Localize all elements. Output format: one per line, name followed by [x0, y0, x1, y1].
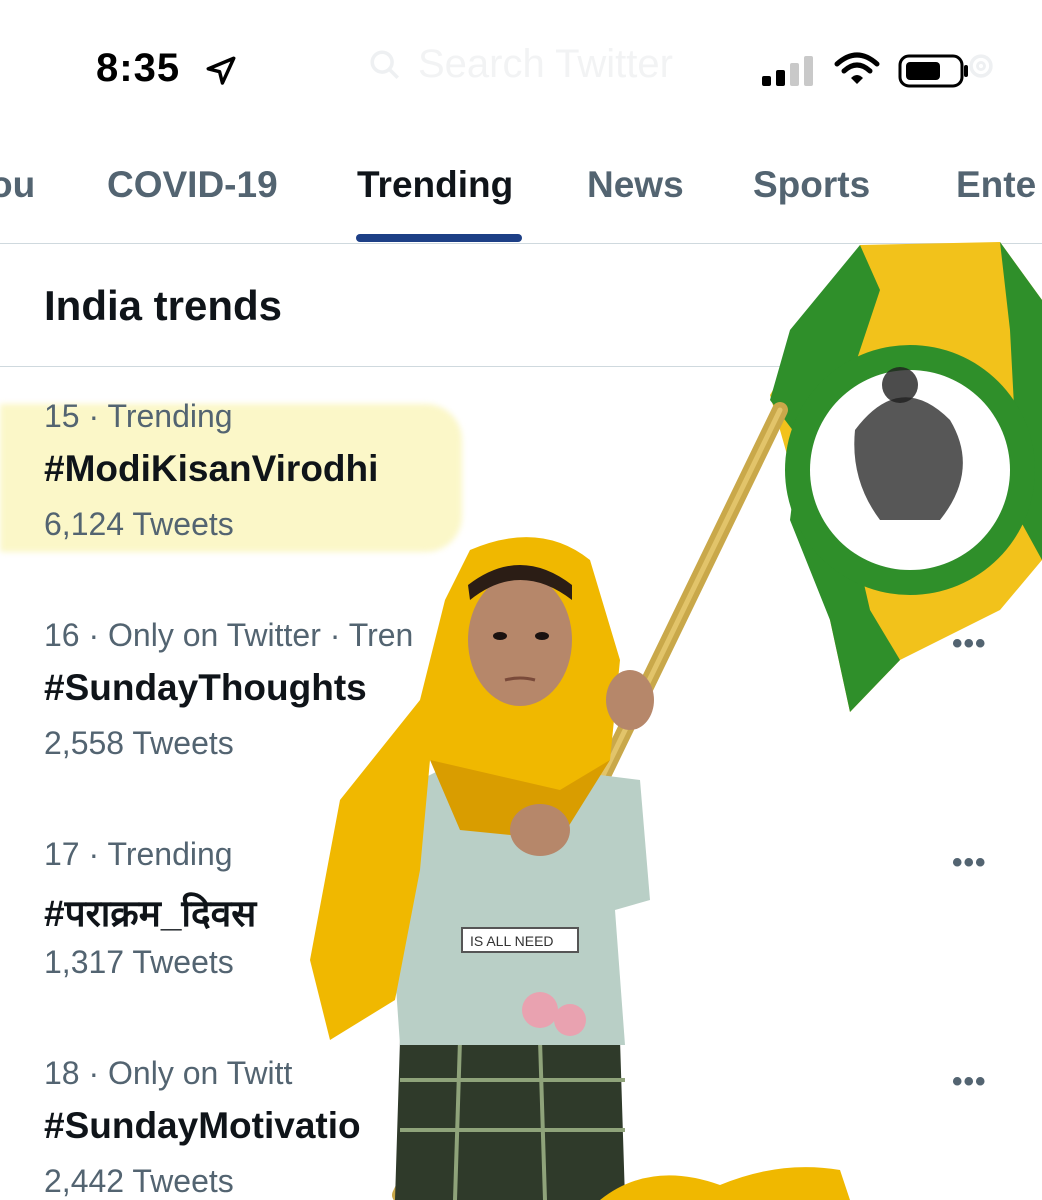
status-time: 8:35 [96, 46, 181, 90]
search-placeholder: Search Twitter [418, 42, 673, 86]
tab-news[interactable]: News [587, 164, 684, 206]
tab-entertainment[interactable]: Ente [956, 164, 1036, 206]
trend-meta: 17 · Trending [44, 836, 233, 872]
cellular-signal-icon [762, 56, 813, 86]
status-bar: 8:35 Search Twitter [0, 0, 1042, 140]
protest-girl-flag-image: IS ALL NEED [310, 242, 1042, 1200]
search-input[interactable]: Search Twitter [368, 42, 673, 87]
tab-for-you[interactable]: ou [0, 164, 35, 206]
settings-gear-icon[interactable] [964, 44, 998, 88]
trend-tweet-count: 1,317 Tweets [44, 944, 234, 980]
section-title: India trends [44, 282, 283, 329]
trend-meta: 15 · Trending [44, 398, 233, 434]
search-icon [370, 50, 400, 80]
trend-tweet-count: 2,442 Tweets [44, 1163, 234, 1199]
girl-figure: IS ALL NEED [310, 537, 654, 1200]
flag-image [770, 242, 1042, 712]
tab-sports[interactable]: Sports [753, 164, 870, 206]
explore-tabs: ou COVID-19 Trending News Sports Ente [0, 150, 1042, 244]
wifi-icon [834, 52, 880, 84]
trend-meta: 18 · Only on Twitt [44, 1055, 293, 1091]
tab-trending[interactable]: Trending [357, 164, 513, 206]
tab-covid-19[interactable]: COVID-19 [107, 164, 278, 206]
trend-hashtag: #पराक्रम_दिवस [44, 893, 257, 934]
trend-tweet-count: 2,558 Tweets [44, 725, 234, 761]
battery-icon [898, 54, 968, 88]
shirt-text: IS ALL NEED [470, 933, 554, 949]
location-arrow-icon [206, 56, 236, 85]
trend-tweet-count: 6,124 Tweets [44, 506, 234, 542]
